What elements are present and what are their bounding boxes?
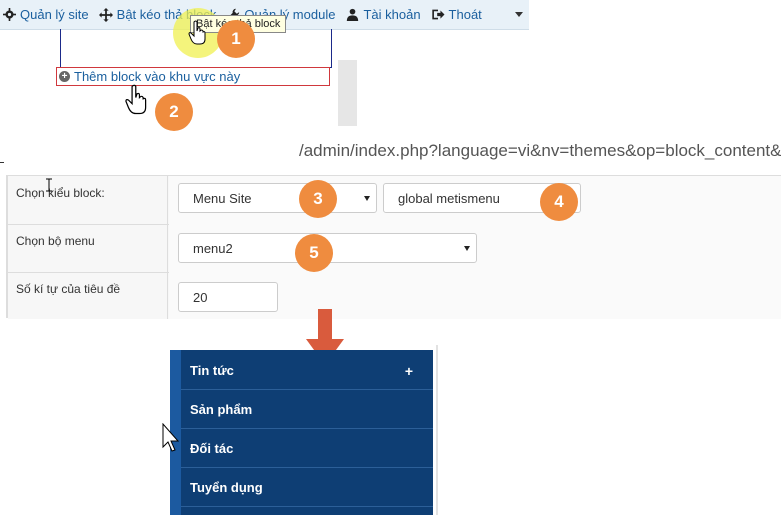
menu-item-label: Tuyển dụng: [190, 480, 263, 495]
menu-item-san-pham[interactable]: Sản phẩm: [181, 391, 433, 429]
plus-circle-icon: +: [59, 71, 70, 82]
menu-item-label: Tin tức: [190, 363, 234, 378]
address-url: /admin/index.php?language=vi&nv=themes&o…: [299, 141, 781, 160]
zone-scrollbar: [338, 60, 357, 126]
menu-scrollbar: [436, 345, 438, 515]
logout-label: Thoát: [448, 7, 482, 22]
manage-site-link[interactable]: Quản lý site: [0, 7, 97, 22]
account-label: Tài khoản: [363, 7, 421, 22]
menu-label: Chọn bộ menu: [8, 224, 168, 272]
move-arrows-icon: [98, 7, 113, 22]
step-badge-3: 3: [299, 180, 337, 218]
manage-site-label: Quản lý site: [20, 7, 89, 22]
title-length-row: Số kí tự của tiêu đề 20: [8, 272, 781, 319]
menu-item-tuyen-dung[interactable]: Tuyển dụng: [181, 469, 433, 507]
chevron-down-icon: [464, 246, 470, 251]
title-length-value: 20: [169, 272, 781, 319]
block-type-label: Chọn kiểu block:: [8, 176, 168, 224]
text-cursor-icon: [46, 178, 52, 192]
toolbar-dropdown-icon[interactable]: [515, 12, 523, 17]
pointer-cursor-icon: [162, 423, 180, 452]
menu-select-value: menu2: [193, 240, 233, 256]
block-type-row: Chọn kiểu block: Menu Site global metism…: [8, 176, 781, 225]
hand-cursor-icon: [125, 84, 147, 115]
step-badge-5: 5: [295, 234, 333, 272]
account-link[interactable]: Tài khoản: [343, 7, 428, 22]
chevron-down-icon: [364, 196, 370, 201]
title-length-label: Số kí tự của tiêu đề: [8, 272, 168, 319]
module-select-value: Menu Site: [193, 190, 252, 206]
block-zone: [60, 29, 332, 68]
title-length-input-value: 20: [193, 289, 208, 305]
gear-icon: [2, 8, 16, 22]
menu-value: menu2: [169, 224, 781, 272]
step-badge-4: 4: [540, 183, 578, 221]
menu-item-label: Sản phẩm: [190, 402, 253, 417]
rendered-menu: Tin tức + Sản phẩm Đối tác Tuyển dụng: [170, 350, 433, 515]
block-config-form: Chọn kiểu block: Menu Site global metism…: [8, 175, 781, 319]
block-file-select-value: global metismenu: [398, 190, 500, 206]
step-badge-2: 2: [155, 93, 193, 131]
menu-item-tin-tuc[interactable]: Tin tức +: [181, 352, 433, 390]
add-block-label: Thêm block vào khu vực này: [74, 69, 241, 84]
menu-item-label: Đối tác: [190, 441, 234, 456]
logout-link[interactable]: Thoát: [429, 7, 490, 22]
block-type-value: Menu Site global metismenu: [169, 176, 781, 224]
expand-plus-icon[interactable]: +: [405, 363, 413, 379]
title-length-input[interactable]: 20: [178, 282, 278, 312]
menu-row: Chọn bộ menu menu2: [8, 224, 781, 273]
divider: [0, 162, 4, 163]
module-select[interactable]: Menu Site: [178, 183, 377, 213]
user-icon: [345, 8, 359, 22]
menu-item-doi-tac[interactable]: Đối tác: [181, 430, 433, 468]
add-block-link[interactable]: + Thêm block vào khu vực này: [56, 67, 330, 86]
sign-out-icon: [431, 8, 445, 22]
